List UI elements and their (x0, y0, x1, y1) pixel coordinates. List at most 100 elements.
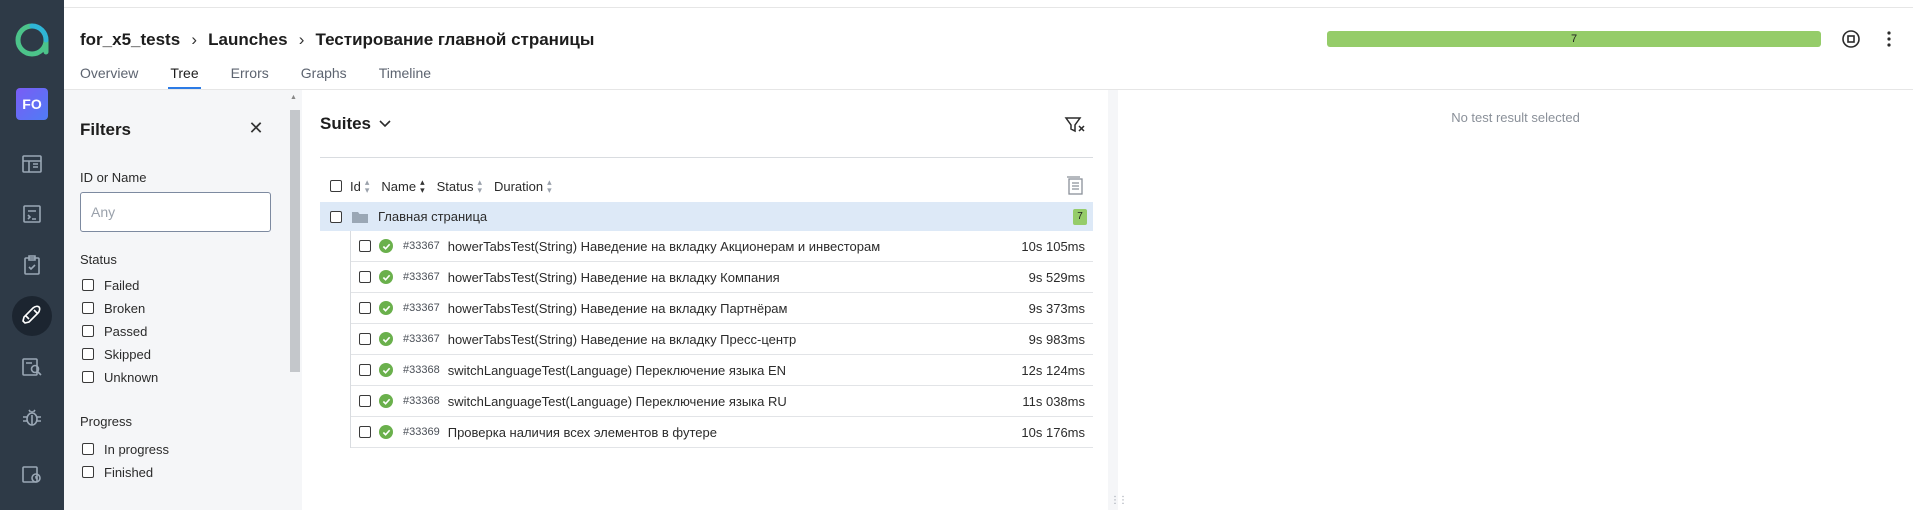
breadcrumb-project[interactable]: for_x5_tests (80, 30, 180, 50)
launch-progress-bar: 7 (1327, 31, 1821, 47)
test-result-name: switchLanguageTest(Language) Переключени… (447, 362, 787, 378)
sort-icon: ▴ ▾ (364, 177, 370, 195)
tab-tree[interactable]: Tree (168, 64, 201, 90)
test-result-duration: 9s 373ms (1028, 300, 1085, 316)
allure-logo-icon[interactable] (14, 22, 50, 58)
progress-finished-checkbox[interactable]: Finished (82, 463, 153, 481)
test-result-row[interactable]: #33367 howerTabsTest(String) Наведение н… (351, 324, 1093, 355)
passed-status-icon (379, 332, 393, 346)
scroll-up-icon[interactable]: ▲ (290, 94, 297, 101)
test-result-row[interactable]: #33367 howerTabsTest(String) Наведение н… (351, 262, 1093, 293)
status-skipped-checkbox[interactable]: Skipped (82, 345, 151, 363)
test-result-row[interactable]: #33367 howerTabsTest(String) Наведение н… (351, 293, 1093, 324)
row-checkbox[interactable] (359, 333, 371, 345)
checkbox-icon (82, 443, 94, 455)
passed-status-icon (379, 363, 393, 377)
tree-divider (320, 157, 1093, 158)
test-cases-icon (23, 205, 41, 223)
progress-in-progress-checkbox[interactable]: In progress (82, 440, 169, 458)
table-settings-icon[interactable] (1065, 176, 1085, 196)
test-result-row[interactable]: #33368 switchLanguageTest(Language) Пере… (351, 355, 1093, 386)
checkbox-icon (82, 279, 94, 291)
select-all-checkbox[interactable] (330, 180, 342, 192)
test-result-name: howerTabsTest(String) Наведение на вклад… (447, 331, 797, 347)
status-option-label: Broken (104, 300, 146, 316)
defects-nav-button[interactable] (0, 394, 64, 442)
top-divider (64, 7, 1913, 8)
analytics-icon (22, 358, 42, 376)
row-checkbox[interactable] (359, 271, 371, 283)
suite-count-badge: 7 (1073, 209, 1087, 225)
analytics-nav-button[interactable] (0, 343, 64, 391)
avatar[interactable]: FO (16, 88, 48, 120)
chevron-down-icon (379, 120, 391, 128)
test-result-name: howerTabsTest(String) Наведение на вклад… (447, 238, 881, 254)
status-option-label: Failed (104, 277, 140, 293)
breadcrumb-launches[interactable]: Launches (208, 30, 287, 50)
test-result-row[interactable]: #33367 howerTabsTest(String) Наведение н… (351, 231, 1093, 262)
chevron-right-icon: › (298, 30, 305, 49)
clear-filter-icon[interactable] (1064, 114, 1086, 136)
test-result-row[interactable]: #33368 switchLanguageTest(Language) Пере… (351, 386, 1093, 417)
id-or-name-input[interactable] (80, 192, 271, 232)
row-checkbox[interactable] (359, 426, 371, 438)
group-checkbox[interactable] (330, 210, 342, 223)
row-checkbox[interactable] (359, 364, 371, 376)
status-broken-checkbox[interactable]: Broken (82, 299, 145, 317)
checkbox-icon (82, 325, 94, 337)
column-headers: Id ▴ ▾ Name ▴ ▾ Status ▴ ▾ Duration ▴ ▾ (320, 170, 1093, 202)
launch-tabs: Overview Tree Errors Graphs Timeline (80, 64, 463, 90)
stop-circle-icon (1842, 30, 1860, 48)
close-filters-button[interactable]: ✕ (244, 116, 268, 140)
column-duration-header[interactable]: Duration ▴ ▾ (494, 178, 552, 195)
dashboards-icon (22, 155, 42, 173)
test-cases-nav-button[interactable] (0, 190, 64, 238)
launches-nav-button[interactable] (0, 292, 64, 340)
test-result-name: howerTabsTest(String) Наведение на вклад… (447, 269, 780, 285)
tab-timeline[interactable]: Timeline (379, 64, 431, 90)
filters-scrollbar[interactable]: ▲ (286, 90, 302, 510)
status-passed-checkbox[interactable]: Passed (82, 322, 147, 340)
test-result-name: switchLanguageTest(Language) Переключени… (447, 393, 787, 409)
column-status-header[interactable]: Status ▴ ▾ (436, 178, 482, 195)
test-result-id: #33369 (403, 426, 440, 438)
status-unknown-checkbox[interactable]: Unknown (82, 368, 158, 386)
tree-panel: Suites Id ▴ ▾ Name ▴ ▾ Status ▴ ▾ Duration ▴ ▾ Г… (302, 90, 1108, 510)
progress-filter-label: Progress (80, 414, 133, 429)
column-label: Status (436, 178, 474, 194)
test-result-list: #33367 howerTabsTest(String) Наведение н… (350, 231, 1093, 448)
breadcrumb: for_x5_tests › Launches › Тестирование г… (80, 28, 594, 52)
more-menu-button[interactable] (1876, 26, 1902, 52)
column-label: Name (381, 178, 417, 194)
column-name-header[interactable]: Name ▴ ▾ (381, 177, 425, 195)
column-id-header[interactable]: Id ▴ ▾ (350, 177, 370, 195)
suite-group-name: Главная страница (378, 209, 488, 224)
row-checkbox[interactable] (359, 240, 371, 252)
jobs-icon (22, 466, 41, 483)
test-result-duration: 9s 983ms (1028, 331, 1085, 347)
test-result-detail-panel: No test result selected (1118, 90, 1913, 510)
folder-icon (352, 211, 368, 223)
row-checkbox[interactable] (359, 395, 371, 407)
jobs-nav-button[interactable] (0, 450, 64, 498)
row-checkbox[interactable] (359, 302, 371, 314)
status-failed-checkbox[interactable]: Failed (82, 276, 139, 294)
stop-launch-button[interactable] (1838, 26, 1864, 52)
test-result-duration: 10s 105ms (1021, 238, 1085, 254)
test-result-row[interactable]: #33369 Проверка наличия всех элементов в… (351, 417, 1093, 448)
test-result-id: #33368 (403, 364, 440, 376)
panel-resize-handle[interactable]: ⋮⋮ (1108, 90, 1128, 510)
grouping-selector[interactable]: Suites (320, 114, 391, 134)
tab-errors[interactable]: Errors (231, 64, 269, 90)
sort-icon: ▴ ▾ (420, 177, 425, 195)
suite-group-row[interactable]: Главная страница 7 (320, 202, 1093, 231)
checkbox-icon (82, 371, 94, 383)
test-result-id: #33368 (403, 395, 440, 407)
filters-title: Filters (80, 120, 132, 139)
scrollbar-thumb[interactable] (290, 110, 300, 372)
test-plans-nav-button[interactable] (0, 241, 64, 289)
checkbox-icon (82, 302, 94, 314)
dashboards-nav-button[interactable] (0, 140, 64, 188)
tab-graphs[interactable]: Graphs (301, 64, 347, 90)
tab-overview[interactable]: Overview (80, 64, 138, 90)
